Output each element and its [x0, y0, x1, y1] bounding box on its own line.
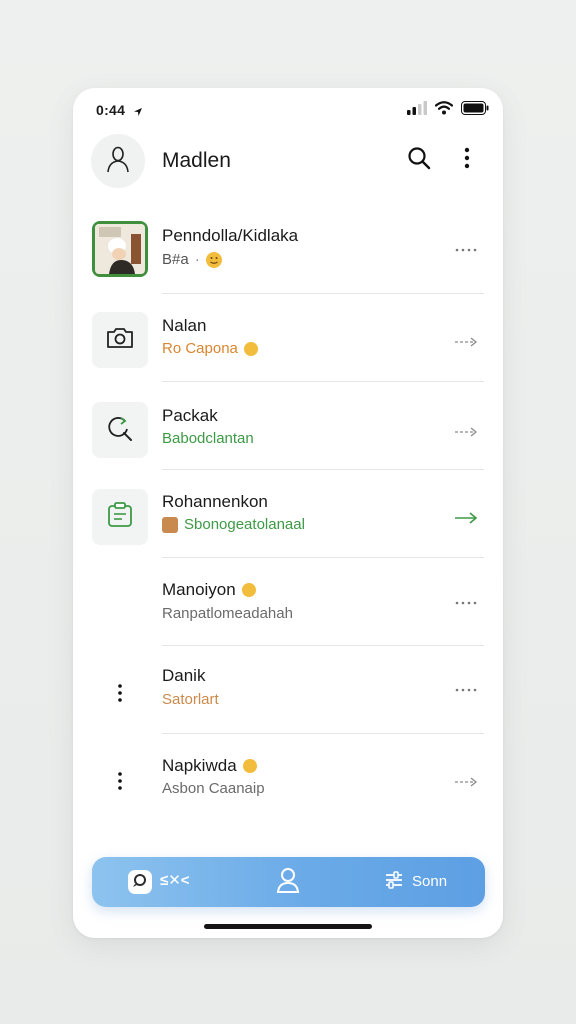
nav-home-button[interactable]	[128, 870, 152, 894]
more-dots-icon[interactable]	[453, 596, 479, 610]
item-subtitle: B#a ·	[162, 251, 222, 268]
wifi-icon	[434, 101, 454, 120]
item-icon-tile	[92, 402, 148, 458]
sliders-icon	[384, 870, 404, 895]
item-subtitle: Babodclantan	[162, 430, 254, 447]
page-title: Madlen	[162, 149, 231, 172]
list-item[interactable]: Napkiwda Asbon Caanaip	[73, 734, 503, 822]
phone-frame: 0:44 Madlen Penndolla/Kidlaka B#a · Nala…	[73, 88, 503, 938]
item-icon-tile	[92, 312, 148, 368]
sticker-emoji-icon	[242, 759, 257, 773]
vertical-dots-icon	[464, 147, 470, 174]
search-icon	[407, 146, 431, 175]
nav-right-label[interactable]: Sonn	[412, 873, 447, 890]
item-name: Packak	[162, 406, 218, 425]
header: Madlen	[73, 132, 503, 202]
item-subtitle: Asbon Caanaip	[162, 780, 265, 797]
person-icon	[106, 145, 130, 178]
signal-icon	[407, 101, 427, 120]
more-dots-icon[interactable]	[453, 243, 479, 257]
arrow-right-icon[interactable]	[453, 425, 479, 439]
bottom-nav: ≤✕< Sonn	[92, 857, 485, 907]
status-time: 0:44	[96, 102, 126, 118]
location-arrow-icon	[133, 104, 143, 122]
camera-icon	[106, 326, 134, 355]
arrow-right-icon[interactable]	[453, 511, 479, 525]
item-name: Danik	[162, 666, 206, 685]
smiley-emoji-icon	[205, 251, 222, 268]
profile-avatar[interactable]	[91, 134, 145, 188]
item-subtitle: Satorlart	[162, 691, 219, 708]
separator-dot: ·	[194, 251, 200, 268]
item-name: Napkiwda	[162, 756, 257, 776]
item-name: Nalan	[162, 316, 207, 335]
arrow-right-icon[interactable]	[453, 335, 479, 349]
more-options-button[interactable]	[457, 146, 477, 174]
battery-icon	[461, 101, 489, 120]
person-icon	[276, 866, 300, 899]
nav-profile-button[interactable]	[275, 866, 301, 899]
list-item[interactable]: Manoiyon Ranpatlomeadahah	[73, 558, 503, 646]
status-icons	[407, 101, 489, 120]
chat-icon	[132, 872, 148, 893]
refresh-search-icon	[105, 413, 135, 448]
nav-settings-button[interactable]	[383, 870, 405, 895]
home-indicator[interactable]	[204, 924, 372, 929]
list-item[interactable]: Packak Babodclantan	[73, 382, 503, 470]
sticker-emoji-icon	[243, 341, 258, 356]
nav-left-label[interactable]: ≤✕<	[160, 871, 190, 889]
list-item[interactable]: Danik Satorlart	[73, 646, 503, 734]
status-bar: 0:44	[73, 88, 503, 132]
arrow-right-icon[interactable]	[453, 775, 479, 789]
vertical-dots-icon[interactable]	[112, 680, 128, 706]
more-dots-icon[interactable]	[453, 683, 479, 697]
item-subtitle: Ranpatlomeadahah	[162, 605, 293, 622]
clipboard-icon	[106, 501, 134, 534]
item-subtitle: Ro Capona	[162, 340, 258, 357]
search-button[interactable]	[405, 146, 433, 174]
sticker-emoji-icon	[241, 583, 256, 597]
list-item[interactable]: Rohannenkon Sbonogeatolanaal	[73, 470, 503, 558]
photo-avatar	[92, 221, 148, 277]
item-name: Manoiyon	[162, 580, 256, 600]
item-icon-tile	[92, 489, 148, 545]
item-name: Rohannenkon	[162, 492, 268, 511]
sticker-icon	[162, 516, 178, 533]
item-subtitle: Sbonogeatolanaal	[162, 516, 305, 533]
list-item[interactable]: Nalan Ro Capona	[73, 294, 503, 382]
item-name: Penndolla/Kidlaka	[162, 226, 299, 245]
vertical-dots-icon[interactable]	[112, 768, 128, 794]
list-item[interactable]: Penndolla/Kidlaka B#a ·	[73, 206, 503, 294]
